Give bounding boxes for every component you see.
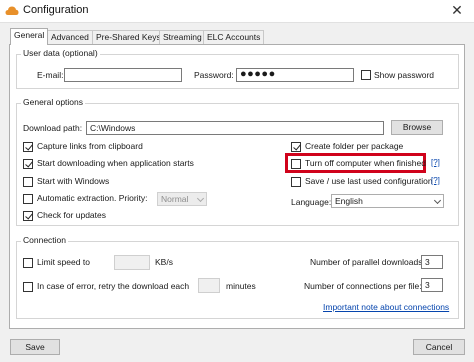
speed-limit-field[interactable] — [114, 255, 150, 270]
email-field[interactable] — [64, 68, 182, 82]
download-path-label: Download path: — [23, 123, 83, 133]
download-path-field[interactable]: C:\Windows — [86, 121, 384, 135]
password-field[interactable]: ●●●●● — [236, 68, 354, 82]
tab-pre-shared-keys[interactable]: Pre-Shared Keys — [92, 30, 165, 44]
language-select[interactable]: English — [331, 194, 444, 208]
language-value: English — [335, 196, 363, 206]
start-downloading-checkbox[interactable] — [23, 159, 33, 169]
save-config-help-link[interactable]: [?] — [431, 176, 440, 185]
email-label: E-mail: — [37, 70, 64, 80]
retry-label: In case of error, retry the download eac… — [37, 281, 190, 291]
start-downloading-label: Start downloading when application start… — [37, 158, 194, 168]
create-folder-label: Create folder per package — [305, 141, 404, 151]
chevron-down-icon — [433, 196, 442, 205]
priority-value: Normal — [161, 194, 189, 204]
check-updates-checkbox[interactable] — [23, 211, 33, 221]
chevron-down-icon — [196, 194, 205, 203]
capture-links-checkbox[interactable] — [23, 142, 33, 152]
save-button[interactable]: Save — [10, 339, 60, 355]
start-with-windows-label: Start with Windows — [37, 176, 110, 186]
connection-legend: Connection — [21, 235, 69, 245]
turn-off-computer-checkbox[interactable] — [291, 159, 301, 169]
automatic-extraction-label: Automatic extraction. Priority: — [37, 193, 148, 203]
connections-note-link[interactable]: Important note about connections — [323, 302, 449, 312]
retry-minutes-field[interactable] — [198, 278, 220, 293]
limit-speed-checkbox[interactable] — [23, 258, 33, 268]
cloud-icon — [5, 6, 19, 15]
speed-unit-label: KB/s — [155, 257, 173, 267]
automatic-extraction-checkbox[interactable] — [23, 194, 33, 204]
window-title: Configuration — [23, 4, 89, 16]
capture-links-label: Capture links from clipboard — [37, 141, 143, 151]
save-config-checkbox[interactable] — [291, 177, 301, 187]
limit-speed-label: Limit speed to — [37, 257, 90, 267]
user-data-legend: User data (optional) — [21, 48, 100, 58]
check-updates-label: Check for updates — [37, 210, 106, 220]
turn-off-computer-label: Turn off computer when finished — [305, 158, 426, 168]
turn-off-help-link[interactable]: [?] — [431, 158, 440, 167]
parallel-downloads-label: Number of parallel downloads: — [310, 257, 425, 267]
language-label: Language: — [291, 197, 332, 207]
connections-per-file-label: Number of connections per file: — [304, 281, 422, 291]
general-options-legend: General options — [21, 97, 86, 107]
close-icon[interactable]: ✕ — [445, 1, 469, 19]
connections-per-file-input[interactable]: 3 — [421, 278, 443, 292]
tab-streaming[interactable]: Streaming — [159, 30, 206, 44]
tab-advanced[interactable]: Advanced — [47, 30, 93, 44]
show-password-label: Show password — [374, 70, 435, 80]
tab-elc-accounts[interactable]: ELC Accounts — [203, 30, 265, 44]
priority-select[interactable]: Normal — [157, 192, 207, 206]
save-config-label: Save / use last used configuration — [305, 176, 433, 186]
show-password-checkbox[interactable] — [361, 70, 371, 80]
password-label: Password: — [194, 70, 234, 80]
parallel-downloads-input[interactable]: 3 — [421, 255, 443, 269]
browse-button[interactable]: Browse — [391, 120, 443, 135]
retry-checkbox[interactable] — [23, 282, 33, 292]
cancel-button[interactable]: Cancel — [413, 339, 465, 355]
create-folder-checkbox[interactable] — [291, 142, 301, 152]
start-with-windows-checkbox[interactable] — [23, 177, 33, 187]
tab-general[interactable]: General — [10, 28, 49, 45]
retry-unit-label: minutes — [226, 281, 256, 291]
